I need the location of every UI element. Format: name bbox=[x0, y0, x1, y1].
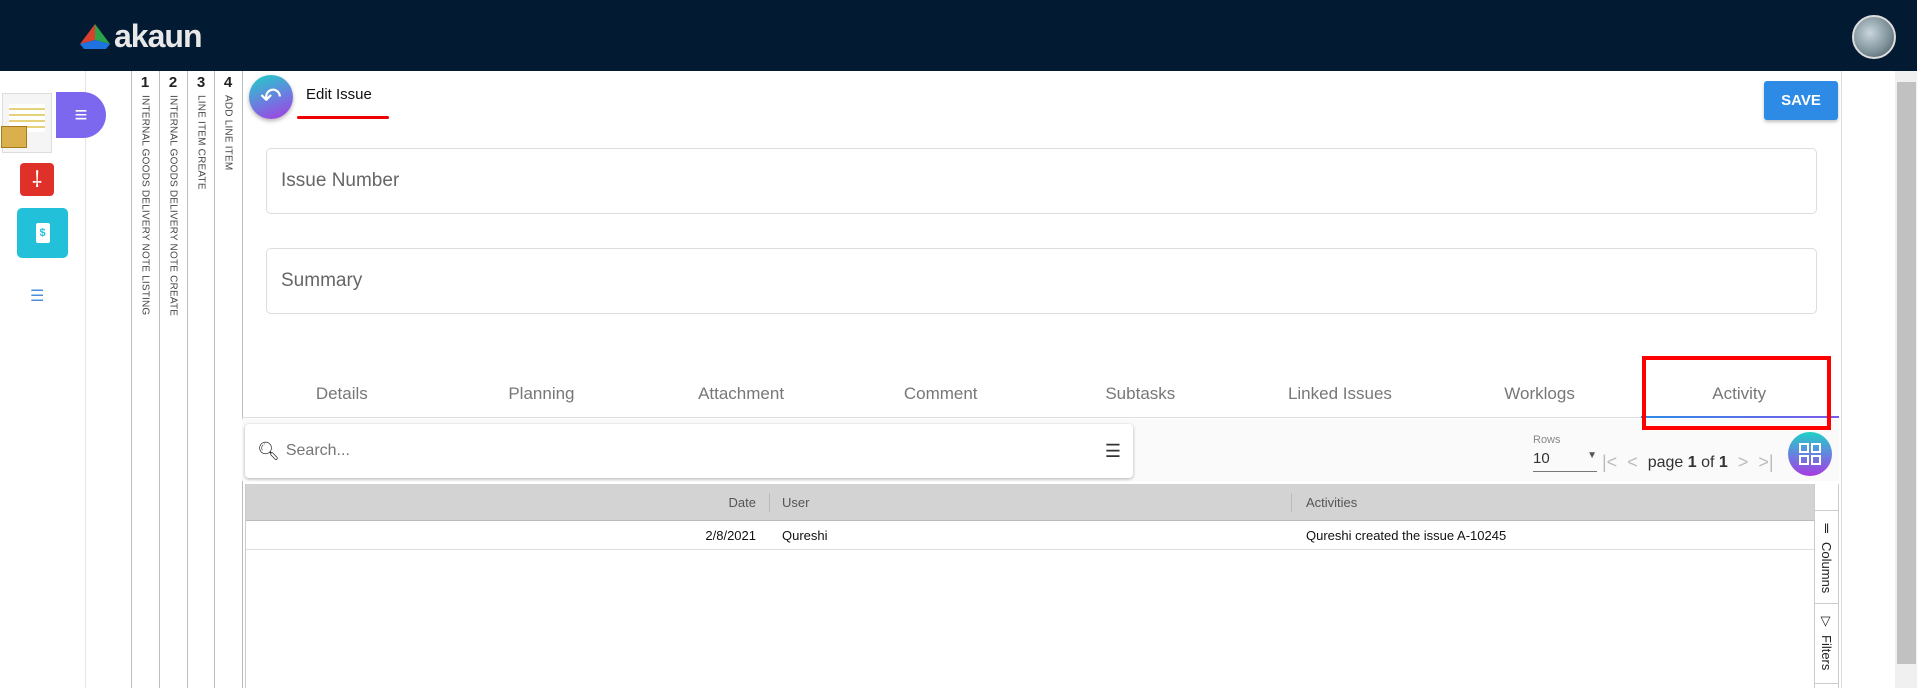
delivery-note-app-icon[interactable] bbox=[1, 93, 52, 153]
tab-bar: Details Planning Attachment Comment Subt… bbox=[242, 372, 1839, 418]
columns-icon: ‖ bbox=[1819, 521, 1834, 536]
pagination: |< < page 1 of 1 > >| bbox=[1602, 452, 1774, 473]
columns-label: Columns bbox=[1819, 542, 1834, 594]
filters-panel-button[interactable]: ▽ Filters bbox=[1815, 604, 1838, 684]
search-icon: 🔍︎ bbox=[257, 440, 280, 461]
back-button[interactable]: ↶ bbox=[249, 75, 293, 119]
cell-date: 2/8/2021 bbox=[705, 527, 756, 543]
tab-label: INTERNAL GOODS DELIVERY NOTE LISTING bbox=[139, 95, 151, 316]
tab-comment[interactable]: Comment bbox=[841, 372, 1041, 417]
activity-grid: Date User Activities 2/8/2021 Qureshi Qu… bbox=[245, 484, 1814, 688]
save-button[interactable]: SAVE bbox=[1764, 81, 1838, 120]
filters-label: Filters bbox=[1819, 635, 1834, 671]
of-word: of bbox=[1701, 453, 1715, 471]
tab-worklogs[interactable]: Worklogs bbox=[1440, 372, 1640, 417]
tab-label: INTERNAL GOODS DELIVERY NOTE CREATE bbox=[167, 95, 179, 317]
logo[interactable]: akaun bbox=[80, 18, 202, 55]
search-box[interactable]: 🔍︎ ☰ bbox=[245, 424, 1133, 478]
cell-user: Qureshi bbox=[782, 527, 828, 543]
user-avatar[interactable] bbox=[1852, 15, 1896, 59]
last-page-icon[interactable]: >| bbox=[1758, 452, 1773, 473]
scrollbar-thumb[interactable] bbox=[1897, 82, 1916, 664]
list-icon[interactable]: ☰ bbox=[30, 286, 44, 306]
search-input[interactable] bbox=[285, 442, 1099, 460]
tab-planning[interactable]: Planning bbox=[442, 372, 642, 417]
summary-field[interactable]: Summary bbox=[266, 248, 1817, 314]
rows-value: 10 bbox=[1533, 450, 1550, 467]
tab-label: ADD LINE ITEM bbox=[222, 95, 234, 171]
acrobat-app-icon[interactable]: ⸸ bbox=[20, 163, 54, 196]
tab-label: LINE ITEM CREATE bbox=[195, 95, 207, 190]
grid-side-panel: ‖ Columns ▽ Filters bbox=[1814, 484, 1839, 688]
tab-subtasks[interactable]: Subtasks bbox=[1041, 372, 1241, 417]
vertical-tab-2[interactable]: 2 INTERNAL GOODS DELIVERY NOTE CREATE bbox=[159, 74, 187, 316]
logo-text: akaun bbox=[114, 18, 202, 54]
next-page-icon[interactable]: > bbox=[1738, 452, 1749, 473]
table-row[interactable]: 2/8/2021 Qureshi Qureshi created the iss… bbox=[246, 521, 1814, 550]
grid-header: Date User Activities bbox=[246, 484, 1814, 521]
issue-number-placeholder: Issue Number bbox=[281, 170, 400, 191]
grid-icon bbox=[1799, 443, 1821, 465]
vertical-tab-3[interactable]: 3 LINE ITEM CREATE bbox=[187, 74, 215, 190]
total-pages: 1 bbox=[1718, 453, 1728, 471]
rows-select[interactable]: 10 ▼ bbox=[1533, 450, 1597, 472]
filter-icon[interactable]: ☰ bbox=[1105, 441, 1121, 462]
logo-icon bbox=[80, 23, 110, 49]
tab-attachment[interactable]: Attachment bbox=[641, 372, 841, 417]
page-title: Edit Issue bbox=[306, 86, 372, 103]
sidebar: ≡ ⸸ $ ☰ bbox=[0, 71, 106, 688]
tab-linked-issues[interactable]: Linked Issues bbox=[1240, 372, 1440, 417]
summary-placeholder: Summary bbox=[281, 270, 363, 291]
dropdown-arrow-icon: ▼ bbox=[1587, 450, 1597, 461]
menu-toggle-icon[interactable]: ≡ bbox=[56, 92, 106, 138]
prev-page-icon[interactable]: < bbox=[1627, 452, 1638, 473]
vertical-tab-4[interactable]: 4 ADD LINE ITEM bbox=[214, 74, 242, 170]
tab-details[interactable]: Details bbox=[242, 372, 442, 417]
tab-number: 4 bbox=[223, 74, 233, 91]
tab-number: 3 bbox=[196, 74, 206, 91]
tab-number: 2 bbox=[168, 74, 178, 91]
grid-view-button[interactable] bbox=[1788, 432, 1832, 476]
columns-panel-button[interactable]: ‖ Columns bbox=[1815, 511, 1838, 604]
first-page-icon[interactable]: |< bbox=[1602, 452, 1617, 473]
content-border bbox=[1841, 71, 1842, 688]
title-underline bbox=[297, 116, 389, 119]
page-word: page bbox=[1647, 453, 1684, 471]
filter-funnel-icon: ▽ bbox=[1819, 614, 1834, 629]
column-header-activities[interactable]: Activities bbox=[1306, 484, 1357, 520]
rows-label: Rows bbox=[1533, 434, 1561, 446]
top-bar bbox=[0, 0, 1917, 71]
column-header-date[interactable]: Date bbox=[246, 484, 756, 520]
current-page: 1 bbox=[1687, 453, 1697, 471]
reply-arrow-icon: ↶ bbox=[260, 81, 282, 112]
tab-number: 1 bbox=[140, 74, 150, 91]
vertical-tab-1[interactable]: 1 INTERNAL GOODS DELIVERY NOTE LISTING bbox=[131, 74, 159, 315]
column-header-user[interactable]: User bbox=[782, 484, 809, 520]
highlight-box bbox=[1642, 356, 1831, 430]
issue-number-field[interactable]: Issue Number bbox=[266, 148, 1817, 214]
invoice-app-icon[interactable]: $ bbox=[17, 208, 68, 258]
cell-activity: Qureshi created the issue A-10245 bbox=[1306, 527, 1507, 543]
